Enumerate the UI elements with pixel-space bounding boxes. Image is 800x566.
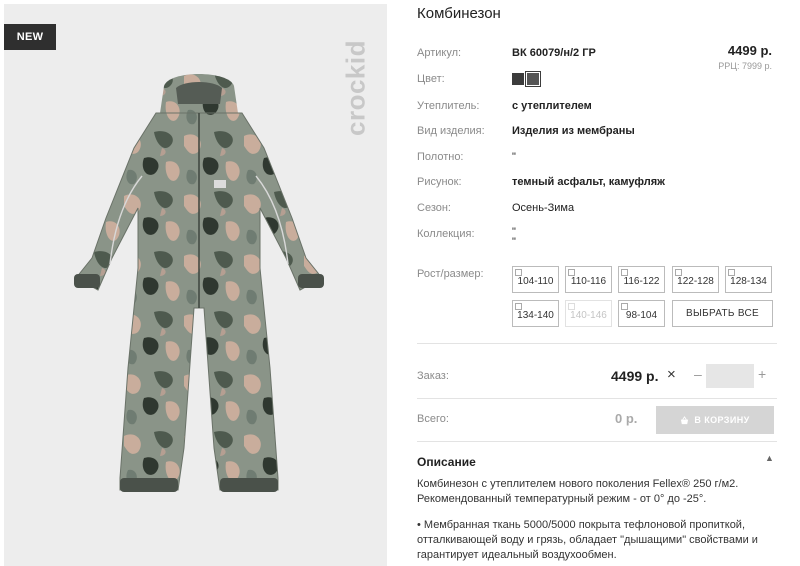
- size-checkbox: [621, 269, 628, 276]
- size-option[interactable]: 134-140: [512, 300, 559, 327]
- pattern-label: Рисунок:: [417, 176, 462, 188]
- size-label: Рост/размер:: [417, 268, 484, 280]
- total-label: Всего:: [417, 413, 449, 425]
- increase-quantity-button[interactable]: +: [758, 366, 766, 382]
- add-to-cart-button[interactable]: В КОРЗИНУ: [656, 406, 774, 434]
- season-label: Сезон:: [417, 202, 451, 214]
- size-checkbox: [515, 269, 522, 276]
- multiply-icon: ×: [667, 366, 676, 383]
- size-checkbox: [568, 269, 575, 276]
- decrease-quantity-button[interactable]: –: [694, 366, 702, 382]
- order-label: Заказ:: [417, 370, 449, 382]
- size-option[interactable]: 122-128: [672, 266, 719, 293]
- product-price: 4499 р.: [727, 43, 772, 58]
- description-paragraph: Комбинезон с утеплителем нового поколени…: [417, 478, 739, 505]
- size-option[interactable]: 128-134: [725, 266, 772, 293]
- add-to-cart-label: В КОРЗИНУ: [694, 415, 750, 425]
- season-value: Осень-Зима: [512, 202, 575, 214]
- article-value: ВК 60079/н/2 ГР: [512, 47, 596, 59]
- description-paragraph: • Мембранная ткань 5000/5000 покрыта теф…: [417, 519, 758, 561]
- divider: [417, 441, 777, 442]
- color-swatch-selected[interactable]: [525, 71, 541, 87]
- size-option[interactable]: 110-116: [565, 266, 612, 293]
- select-all-sizes-button[interactable]: ВЫБРАТЬ ВСЕ: [672, 300, 773, 327]
- divider: [417, 398, 777, 399]
- size-option[interactable]: 104-110: [512, 266, 559, 293]
- size-label-text: 110-116: [570, 276, 607, 287]
- rrp-price: РРЦ: 7999 р.: [718, 61, 772, 71]
- quantity-input[interactable]: [706, 364, 754, 388]
- new-badge: NEW: [4, 24, 56, 50]
- basket-icon: [681, 415, 689, 424]
- collapse-caret-icon[interactable]: ▲: [765, 453, 774, 463]
- insulation-value: с утеплителем: [512, 100, 592, 112]
- description-title[interactable]: Описание: [417, 455, 476, 469]
- product-type-label: Вид изделия:: [417, 125, 485, 137]
- brand-logo-text: crockid: [340, 40, 371, 136]
- insulation-label: Утеплитель:: [417, 100, 480, 112]
- size-checkbox: [515, 303, 522, 310]
- brand-logo: crockid: [340, 18, 371, 158]
- collection-value-extra: ": [512, 236, 516, 248]
- fabric-label: Полотно:: [417, 151, 464, 163]
- size-checkbox: [568, 303, 575, 310]
- collection-label: Коллекция:: [417, 228, 475, 240]
- size-label-text: 122-128: [677, 276, 714, 287]
- size-option[interactable]: 116-122: [618, 266, 665, 293]
- fabric-value: ": [512, 151, 516, 163]
- pattern-value: темный асфальт, камуфляж: [512, 176, 665, 188]
- product-title: Комбинезон: [417, 5, 501, 22]
- size-label-text: 128-134: [730, 276, 767, 287]
- product-image-panel[interactable]: NEW crockid: [4, 4, 387, 566]
- color-swatches: [512, 71, 541, 87]
- color-swatch-dark[interactable]: [512, 73, 524, 85]
- size-label-text: 134-140: [517, 310, 554, 321]
- article-label: Артикул:: [417, 47, 462, 59]
- size-checkbox: [728, 269, 735, 276]
- product-photo: [74, 74, 324, 492]
- size-checkbox: [675, 269, 682, 276]
- total-value: 0 р.: [615, 411, 638, 426]
- product-type-value: Изделия из мембраны: [512, 125, 635, 137]
- size-option[interactable]: 98-104: [618, 300, 665, 327]
- size-label-text: 98-104: [625, 310, 658, 321]
- order-price: 4499 р.: [611, 368, 659, 384]
- size-checkbox: [621, 303, 628, 310]
- size-label-text: 104-110: [517, 276, 554, 287]
- size-label-text: 140-146: [570, 310, 607, 321]
- divider: [417, 343, 777, 344]
- size-label-text: 116-122: [623, 276, 660, 287]
- color-label: Цвет:: [417, 73, 445, 85]
- size-option-unavailable: 140-146: [565, 300, 612, 327]
